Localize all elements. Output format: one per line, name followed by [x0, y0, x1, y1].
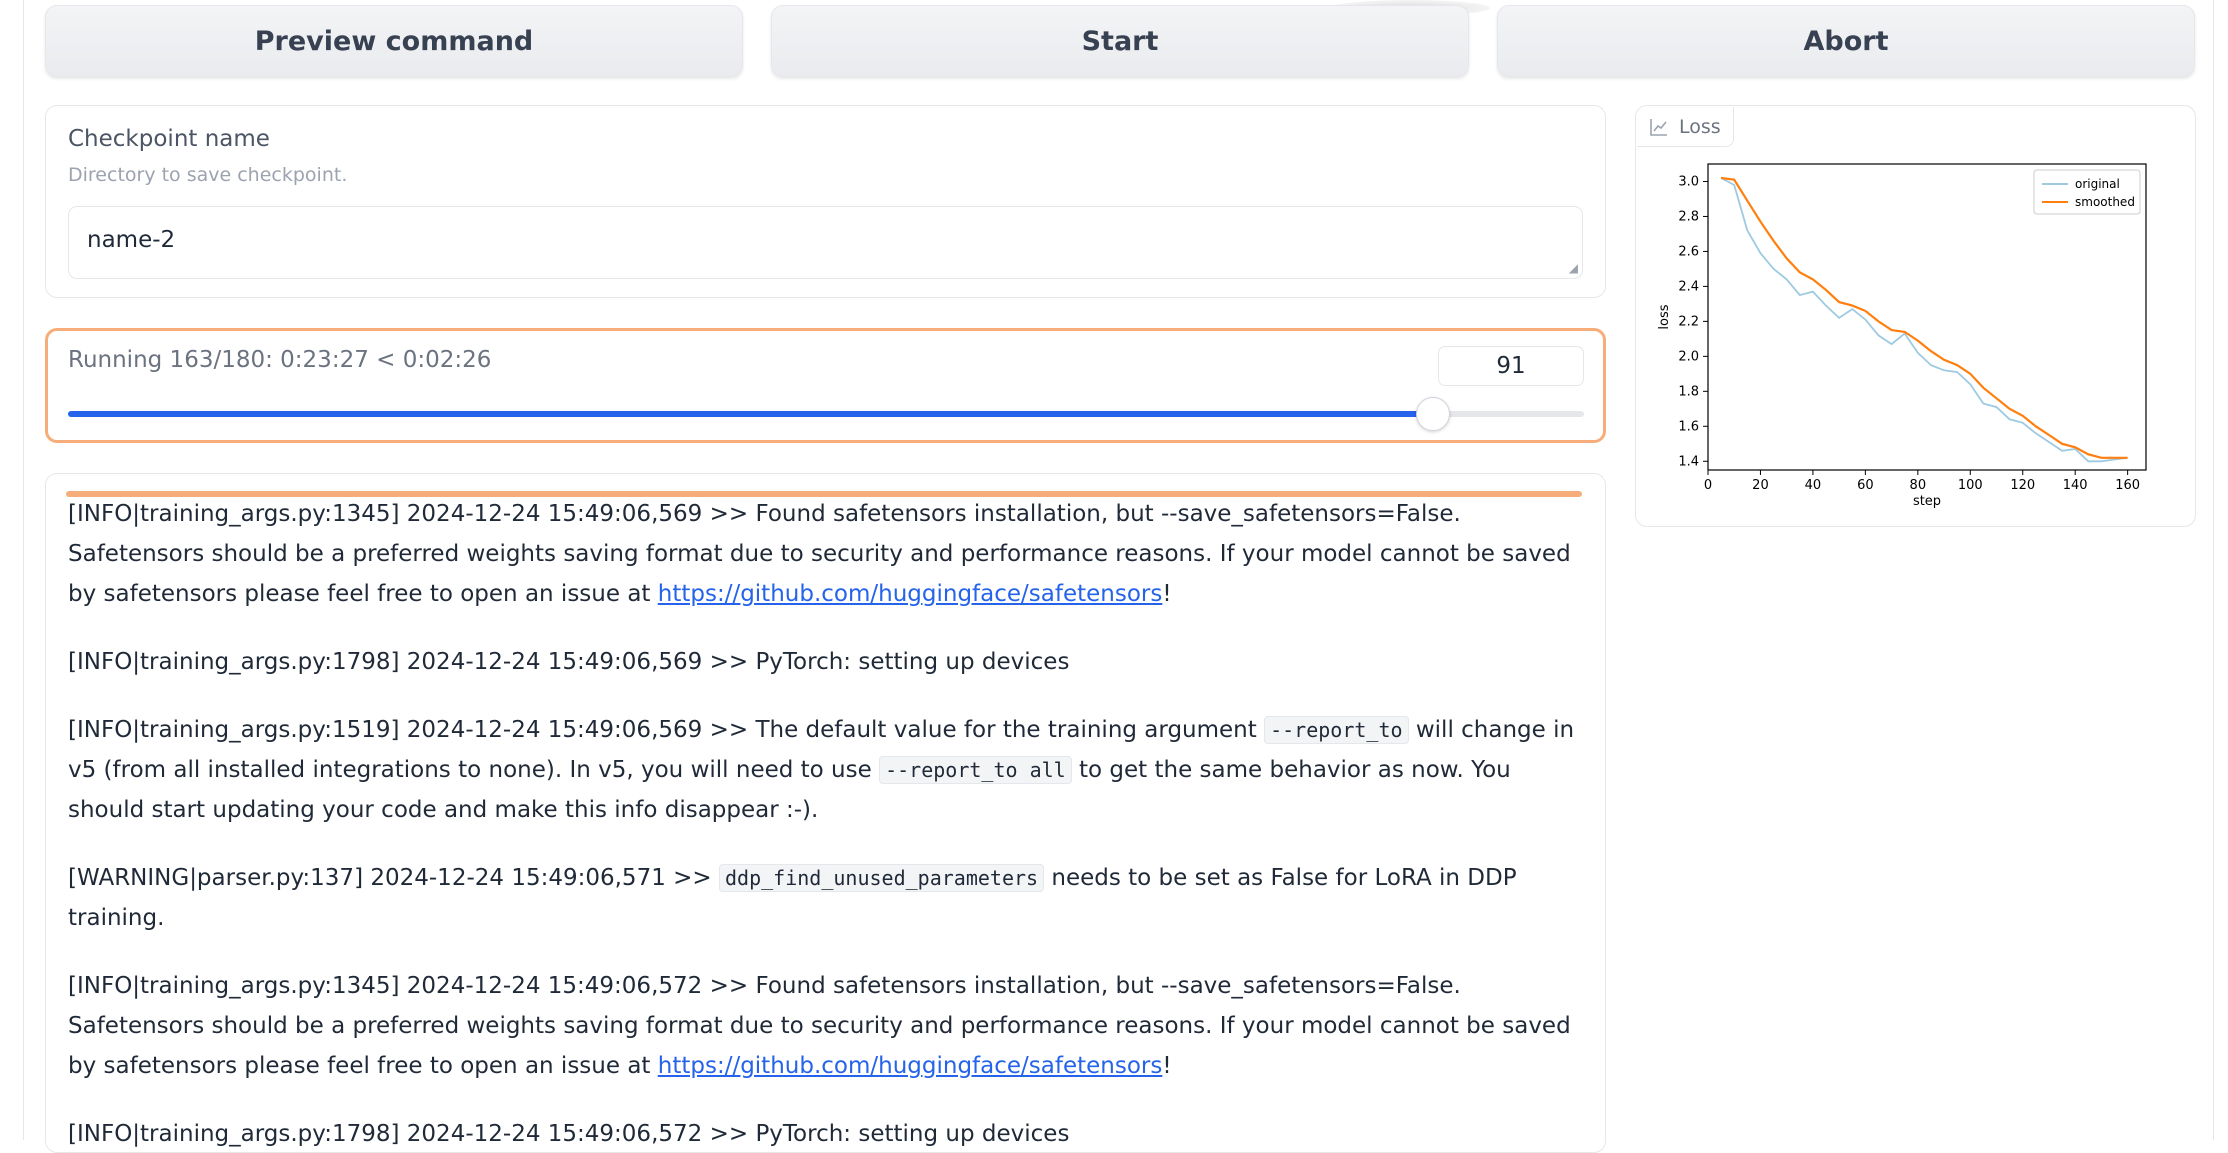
y-tick-label: 2.8 — [1678, 209, 1699, 224]
checkpoint-name-value: name-2 — [87, 227, 176, 253]
log-entry: [INFO|training_args.py:1798] 2024-12-24 … — [68, 649, 1070, 675]
x-tick-label: 0 — [1704, 478, 1712, 493]
y-tick-label: 2.4 — [1678, 279, 1699, 294]
checkpoint-name-info: Directory to save checkpoint. — [68, 164, 348, 186]
safetensors-link[interactable]: https://github.com/huggingface/safetenso… — [658, 581, 1163, 607]
code-snippet: --report_to — [1264, 716, 1409, 744]
loss-chart-panel: Loss 0 20 40 60 80 100 120 140 160 1.4 1.6 1.8 2.0 2.… — [1635, 105, 2196, 527]
x-tick-label: 120 — [2010, 478, 2035, 493]
x-tick-label: 40 — [1805, 478, 1822, 493]
log-entry: [INFO|training_args.py:1345] 2024-12-24 … — [68, 501, 1571, 607]
loss-tab[interactable]: Loss — [1637, 107, 1734, 147]
progress-slider-thumb[interactable] — [1416, 397, 1451, 431]
log-entry: [INFO|training_args.py:1798] 2024-12-24 … — [68, 1121, 1070, 1147]
code-snippet: --report_to all — [879, 756, 1072, 784]
progress-slider[interactable] — [68, 397, 1584, 431]
start-button[interactable]: Start — [771, 5, 1469, 77]
code-snippet: ddp_find_unused_parameters — [719, 864, 1045, 892]
abort-button[interactable]: Abort — [1497, 5, 2195, 77]
checkpoint-name-panel: Checkpoint name Directory to save checkp… — [45, 105, 1606, 298]
loss-chart: 0 20 40 60 80 100 120 140 160 1.4 1.6 1.8 2.0 2.2 2.4 2… — [1657, 163, 2147, 509]
checkpoint-name-label: Checkpoint name — [68, 126, 270, 152]
resize-handle-icon[interactable]: ◢ — [1569, 262, 1578, 274]
progress-slider-fill — [68, 411, 1433, 417]
safetensors-link[interactable]: https://github.com/huggingface/safetenso… — [658, 1053, 1163, 1079]
training-log-panel: [INFO|training_args.py:1345] 2024-12-24 … — [45, 473, 1606, 1153]
y-tick-label: 2.2 — [1678, 314, 1699, 329]
checkpoint-name-input[interactable]: name-2 ◢ — [68, 206, 1583, 279]
log-content: [INFO|training_args.py:1345] 2024-12-24 … — [68, 494, 1588, 1152]
x-axis-label: step — [1913, 494, 1941, 509]
y-axis-label: loss — [1657, 304, 1672, 329]
legend-label-original: original — [2075, 177, 2120, 191]
page-frame-right — [2213, 0, 2214, 1140]
training-progress-panel: Running 163/180: 0:23:27 < 0:02:26 91 — [45, 328, 1606, 443]
log-entry: [INFO|training_args.py:1345] 2024-12-24 … — [68, 973, 1571, 1079]
y-tick-label: 1.4 — [1678, 454, 1699, 469]
x-tick-label: 140 — [2063, 478, 2088, 493]
y-tick-label: 2.0 — [1678, 349, 1699, 364]
log-entry: [INFO|training_args.py:1519] 2024-12-24 … — [68, 716, 1575, 823]
line-chart-icon — [1650, 118, 1667, 136]
legend-label-smoothed: smoothed — [2075, 195, 2135, 209]
progress-status-label: Running 163/180: 0:23:27 < 0:02:26 — [68, 347, 492, 373]
x-tick-label: 60 — [1857, 478, 1874, 493]
x-tick-label: 160 — [2115, 478, 2140, 493]
preview-command-button[interactable]: Preview command — [45, 5, 743, 77]
page-frame-left — [23, 0, 24, 1140]
y-tick-label: 1.8 — [1678, 384, 1699, 399]
y-tick-label: 1.6 — [1678, 419, 1699, 434]
y-tick-label: 2.6 — [1678, 244, 1699, 259]
loss-tab-label: Loss — [1679, 115, 1721, 138]
x-tick-label: 80 — [1910, 478, 1927, 493]
x-tick-label: 100 — [1958, 478, 1983, 493]
progress-number-input[interactable]: 91 — [1438, 346, 1584, 386]
log-entry: [WARNING|parser.py:137] 2024-12-24 15:49… — [68, 864, 1517, 931]
y-tick-label: 3.0 — [1678, 174, 1699, 189]
x-tick-label: 20 — [1752, 478, 1769, 493]
